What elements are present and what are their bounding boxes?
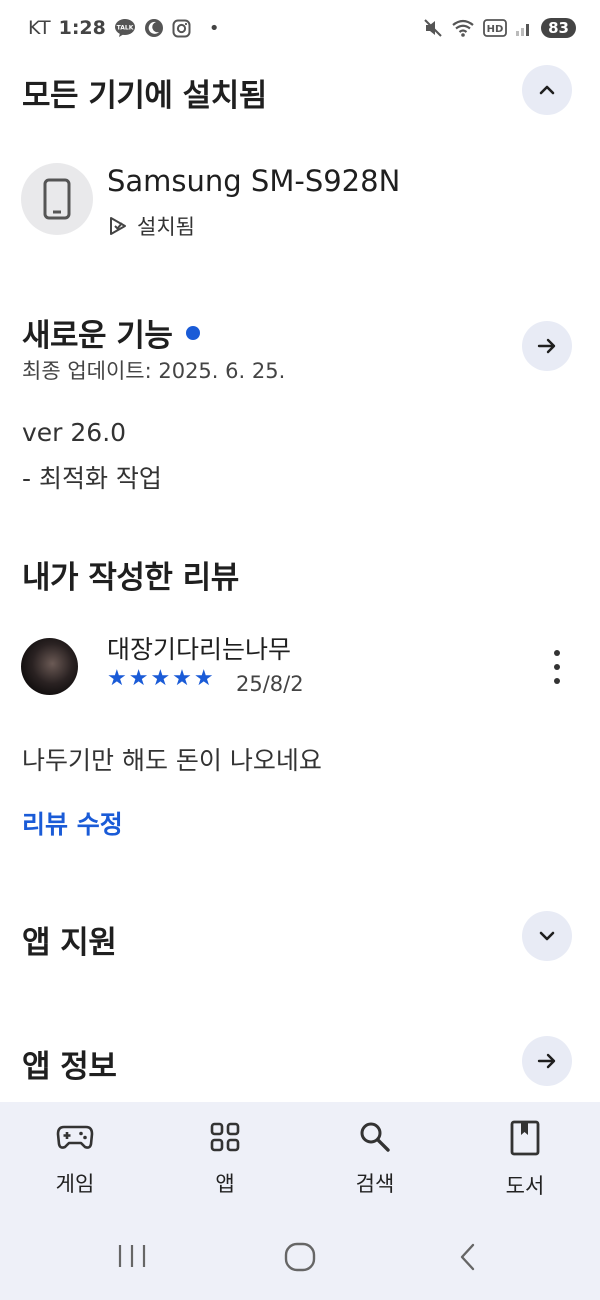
instagram-icon bbox=[172, 19, 191, 38]
apps-grid-icon bbox=[210, 1122, 240, 1152]
status-bar-left: KT 1:28 TALK • bbox=[28, 17, 219, 39]
do-not-disturb-moon-icon bbox=[144, 18, 164, 38]
home-icon[interactable] bbox=[283, 1242, 317, 1272]
search-icon bbox=[360, 1122, 390, 1152]
device-status-label: 설치됨 bbox=[137, 215, 195, 239]
review-date: 25/8/2 bbox=[236, 672, 304, 696]
more-dot-icon bbox=[554, 678, 560, 684]
more-dot-icon bbox=[554, 650, 560, 656]
hd-badge-text: HD bbox=[487, 24, 504, 35]
arrow-right-icon bbox=[537, 1053, 556, 1069]
talk-badge-text: TALK bbox=[116, 25, 133, 32]
whats-new-header: 새로운 기능 bbox=[22, 310, 201, 355]
clock: 1:28 bbox=[58, 17, 106, 39]
nav-label-apps: 앱 bbox=[215, 1172, 235, 1196]
book-icon bbox=[510, 1120, 540, 1156]
nav-item-books[interactable]: 도서 bbox=[475, 1120, 575, 1200]
reviewer-avatar[interactable] bbox=[21, 638, 78, 695]
bottom-navigation: 게임 앱 검색 도서 bbox=[0, 1102, 600, 1300]
nav-item-search[interactable]: 검색 bbox=[325, 1120, 425, 1198]
status-bar-right: HD 83 bbox=[423, 18, 576, 38]
collapse-installed-button[interactable] bbox=[522, 65, 572, 115]
whats-new-arrow-button[interactable] bbox=[522, 321, 572, 371]
system-navigation-bar bbox=[0, 1230, 600, 1290]
device-avatar bbox=[21, 163, 93, 235]
status-bar: KT 1:28 TALK • HD 83 bbox=[0, 0, 600, 56]
play-installed-icon bbox=[110, 217, 126, 235]
review-more-options-button[interactable] bbox=[545, 647, 569, 687]
version-text: ver 26.0 bbox=[22, 418, 127, 447]
chevron-down-icon bbox=[539, 931, 555, 941]
arrow-right-icon bbox=[537, 338, 556, 354]
last-updated-text: 최종 업데이트: 2025. 6. 25. bbox=[22, 359, 286, 383]
installed-section-title: 모든 기기에 설치됨 bbox=[22, 78, 267, 114]
recent-apps-icon[interactable] bbox=[115, 1242, 149, 1270]
new-dot-indicator bbox=[186, 325, 201, 340]
rating-stars: ★★★★★ bbox=[107, 666, 216, 691]
battery-indicator: 83 bbox=[541, 18, 576, 38]
nav-label-games: 게임 bbox=[55, 1172, 95, 1196]
phone-icon bbox=[43, 178, 71, 220]
device-name: Samsung SM-S928N bbox=[107, 164, 401, 198]
mute-icon bbox=[423, 18, 443, 38]
device-status: 설치됨 bbox=[107, 211, 195, 241]
carrier-label: KT bbox=[28, 17, 51, 39]
more-dot-icon bbox=[554, 664, 560, 670]
update-note-text: - 최적화 작업 bbox=[22, 464, 162, 493]
signal-icon bbox=[515, 19, 533, 37]
app-support-title: 앱 지원 bbox=[22, 925, 117, 961]
wifi-icon bbox=[451, 18, 475, 38]
whats-new-title: 새로운 기능 bbox=[22, 318, 173, 354]
back-icon[interactable] bbox=[455, 1242, 481, 1272]
expand-app-support-button[interactable] bbox=[522, 911, 572, 961]
edit-review-link[interactable]: 리뷰 수정 bbox=[22, 805, 123, 841]
nav-label-books: 도서 bbox=[505, 1174, 545, 1198]
nav-item-games[interactable]: 게임 bbox=[25, 1120, 125, 1198]
my-review-title: 내가 작성한 리뷰 bbox=[22, 560, 239, 596]
hd-voice-icon: HD bbox=[483, 19, 508, 37]
chevron-up-icon bbox=[539, 85, 555, 95]
nav-item-apps[interactable]: 앱 bbox=[175, 1120, 275, 1198]
app-info-title: 앱 정보 bbox=[22, 1049, 117, 1085]
kakaotalk-icon: TALK bbox=[114, 18, 136, 38]
reviewer-name: 대장기다리는나무 bbox=[107, 635, 292, 664]
review-text: 나두기만 해도 돈이 나오네요 bbox=[22, 746, 322, 775]
notification-dot: • bbox=[208, 17, 220, 39]
app-info-arrow-button[interactable] bbox=[522, 1036, 572, 1086]
gamepad-icon bbox=[56, 1125, 94, 1149]
nav-label-search: 검색 bbox=[355, 1172, 395, 1196]
